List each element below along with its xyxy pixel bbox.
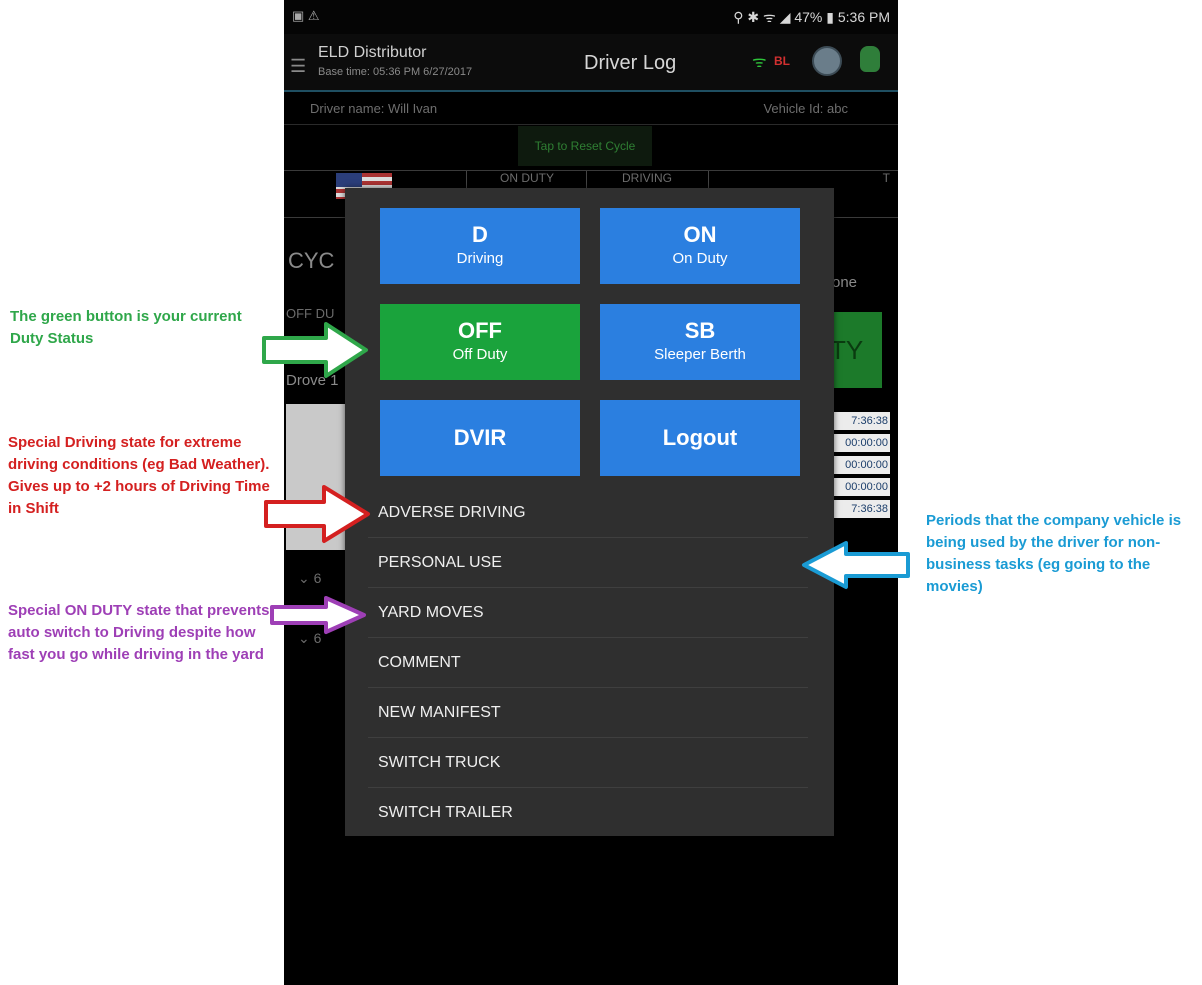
- driver-icon[interactable]: [860, 46, 880, 72]
- menu-icon[interactable]: ☰: [290, 56, 306, 77]
- duty-status-tile: TY: [830, 312, 882, 388]
- app-bar: ☰ ELD Distributor Base time: 05:36 PM 6/…: [284, 34, 898, 92]
- adverse-driving-note: Special Driving state for extreme drivin…: [8, 434, 270, 517]
- logout-label: Logout: [662, 425, 738, 450]
- menu-item-switch-truck[interactable]: SWITCH TRUCK: [368, 738, 808, 788]
- driver-name: Driver name: Will Ivan: [310, 101, 438, 116]
- sleeper-berth-button[interactable]: SB Sleeper Berth: [600, 304, 800, 380]
- green-button-note: The green button is your current Duty St…: [10, 308, 242, 347]
- total-value: 7:36:38: [830, 412, 890, 430]
- duty-status-dialog: D Driving ON On Duty OFF Off Duty SB Sle…: [345, 188, 834, 836]
- signal-icon: ᯤ: [752, 54, 767, 71]
- total-value: 00:00:00: [830, 434, 890, 452]
- menu-item-adverse-driving[interactable]: ADVERSE DRIVING: [368, 488, 808, 538]
- cycle-label: CYC: [288, 248, 335, 273]
- base-time: Base time: 05:36 PM 6/27/2017: [318, 66, 473, 78]
- total-value: 00:00:00: [830, 478, 890, 496]
- on-duty-button[interactable]: ON On Duty: [600, 208, 800, 284]
- off-duty-code: OFF: [458, 318, 502, 343]
- dvir-label: DVIR: [453, 425, 507, 450]
- off-duty-button[interactable]: OFF Off Duty: [380, 304, 580, 380]
- red-arrow-icon: [264, 485, 370, 543]
- driving-code: D: [472, 222, 488, 247]
- off-duty-label: OFF DU: [286, 306, 335, 321]
- menu-item-comment[interactable]: COMMENT: [368, 638, 808, 688]
- bluetooth-status: BL: [774, 54, 790, 68]
- status-menu: ADVERSE DRIVING PERSONAL USE YARD MOVES …: [368, 488, 808, 837]
- off-duty-label: Off Duty: [452, 346, 508, 363]
- notification-icons: ▣ ⚠: [292, 8, 320, 23]
- menu-item-new-manifest[interactable]: NEW MANIFEST: [368, 688, 808, 738]
- app-title: ELD Distributor: [318, 44, 427, 61]
- menu-item-personal-use[interactable]: PERSONAL USE: [368, 538, 808, 588]
- menu-item-switch-trailer[interactable]: SWITCH TRAILER: [368, 788, 808, 837]
- driving-button[interactable]: D Driving: [380, 208, 580, 284]
- green-arrow-icon: [262, 322, 368, 378]
- personal-use-note: Periods that the company vehicle is bein…: [926, 512, 1182, 595]
- total-value: 00:00:00: [830, 456, 890, 474]
- on-duty-code: ON: [683, 222, 717, 247]
- driving-label: Driving: [456, 250, 504, 267]
- logout-button[interactable]: Logout: [600, 400, 800, 476]
- gauge-icon[interactable]: [812, 46, 842, 76]
- sleeper-berth-label: Sleeper Berth: [654, 346, 746, 363]
- blue-arrow-icon: [802, 541, 910, 589]
- purple-arrow-icon: [270, 596, 366, 634]
- status-bar-right: ⚲ ✱ ᯤ ◢ 47% ▮ 5:36 PM: [733, 9, 890, 25]
- screen-title: Driver Log: [584, 52, 677, 74]
- totals-column: 7:36:38 00:00:00 00:00:00 00:00:00 7:36:…: [830, 412, 890, 522]
- driver-info-row: Driver name: Will Ivan Vehicle Id: abc: [284, 92, 898, 125]
- done-label: one: [832, 274, 858, 291]
- total-value: 7:36:38: [830, 500, 890, 518]
- vehicle-id: Vehicle Id: abc: [763, 101, 848, 116]
- status-bar: ▣ ⚠ ⚲ ✱ ᯤ ◢ 47% ▮ 5:36 PM: [284, 0, 898, 34]
- sleeper-berth-code: SB: [684, 318, 716, 343]
- dvir-button[interactable]: DVIR: [380, 400, 580, 476]
- reset-cycle-button[interactable]: Tap to Reset Cycle: [518, 126, 652, 166]
- menu-item-yard-moves[interactable]: YARD MOVES: [368, 588, 808, 638]
- log-row[interactable]: ⌄ 6: [298, 570, 321, 587]
- on-duty-label: On Duty: [672, 250, 728, 267]
- yard-moves-note: Special ON DUTY state that prevents auto…: [8, 602, 270, 663]
